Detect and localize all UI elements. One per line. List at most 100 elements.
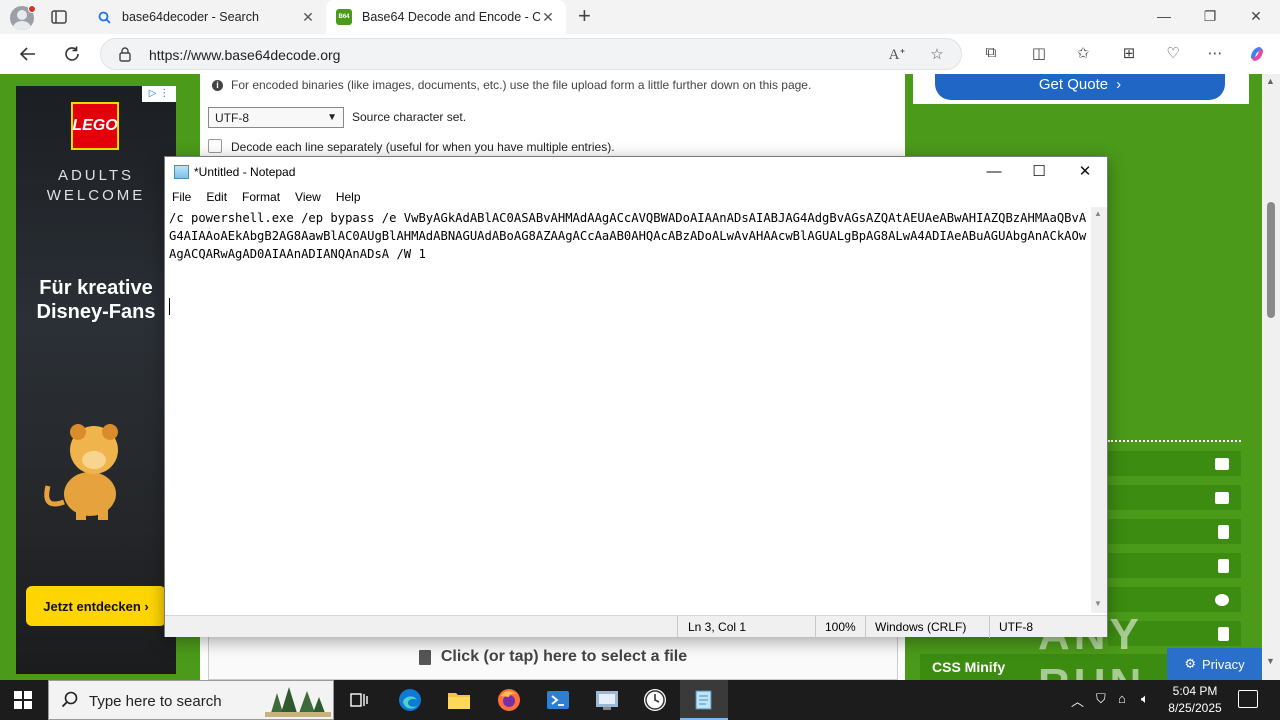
b64-favicon: B64 xyxy=(336,9,352,25)
side-link-1[interactable] xyxy=(1108,451,1241,476)
back-arrow-icon[interactable] xyxy=(18,44,38,64)
network-icon[interactable]: ⌂ xyxy=(1118,691,1126,706)
side-link-5[interactable] xyxy=(1108,587,1241,612)
notepad-icon xyxy=(695,690,712,710)
favorite-star-icon[interactable]: ☆ xyxy=(927,45,947,65)
notepad-menubar: File Edit Format View Help xyxy=(165,187,1107,207)
taskbar: Type here to search ︿ ⛉ ⌂ 🔈︎ 5:04 PM 8/2… xyxy=(0,680,1280,720)
chevron-right-icon: › xyxy=(1116,75,1122,93)
menu-edit[interactable]: Edit xyxy=(206,187,227,207)
notepad-titlebar[interactable]: *Untitled - Notepad — ☐ ✕ xyxy=(165,157,1107,187)
right-panel: Get Quote › xyxy=(913,74,1249,104)
url-text: https://www.base64decode.org xyxy=(149,47,341,63)
collections-icon[interactable]: ⊞ xyxy=(1118,44,1140,66)
minimize-icon[interactable]: — xyxy=(1154,8,1174,24)
scroll-up-icon[interactable]: ▲ xyxy=(1266,76,1275,86)
copilot-icon[interactable] xyxy=(1246,44,1268,66)
divider xyxy=(1108,440,1241,442)
taskbar-search[interactable]: Type here to search xyxy=(48,680,334,720)
side-link-4[interactable] xyxy=(1108,553,1241,578)
read-aloud-icon[interactable]: Aᐩ xyxy=(887,45,907,65)
windows-start-icon[interactable] xyxy=(14,691,32,709)
extensions-icon[interactable]: ⧉ xyxy=(980,44,1002,66)
notepad-text-area[interactable]: /c powershell.exe /ep bypass /e VwByAGkA… xyxy=(165,207,1091,613)
volume-icon[interactable]: 🔈︎ xyxy=(1141,691,1149,707)
info-line: i For encoded binaries (like images, doc… xyxy=(212,78,811,92)
charset-label: Source character set. xyxy=(352,110,467,124)
search-icon xyxy=(61,691,79,709)
file-icon xyxy=(418,649,431,665)
maximize-icon[interactable]: ☐ xyxy=(1028,163,1050,181)
menu-file[interactable]: File xyxy=(172,187,191,207)
ad-cta-button[interactable]: Jetzt entdecken › xyxy=(26,586,166,626)
scroll-down-icon[interactable]: ▼ xyxy=(1266,656,1275,666)
powershell-icon[interactable] xyxy=(546,688,570,712)
tab-base64decode[interactable]: B64 Base64 Decode and Encode - Onl ✕ xyxy=(326,0,566,34)
menu-help[interactable]: Help xyxy=(336,187,361,207)
ad-tagline: ADULTS WELCOME xyxy=(46,167,146,204)
upload-text: Click (or tap) here to select a file xyxy=(440,648,688,665)
file-upload-area[interactable]: Click (or tap) here to select a file xyxy=(208,634,898,680)
excel-file-icon xyxy=(1218,558,1229,573)
tab-search[interactable]: base64decoder - Search ✕ xyxy=(86,0,326,34)
browser-essentials-icon[interactable]: ♡ xyxy=(1162,44,1184,66)
notification-icon[interactable] xyxy=(1238,690,1258,708)
scrollbar-thumb[interactable] xyxy=(1267,202,1275,318)
lion-cub-image xyxy=(44,424,118,520)
charset-select[interactable]: UTF-8 ▼ xyxy=(208,107,344,128)
minimize-icon[interactable]: — xyxy=(983,163,1005,181)
chevron-up-icon[interactable]: ︿ xyxy=(1071,691,1084,710)
mail-open-icon xyxy=(1215,457,1229,470)
info-text: For encoded binaries (like images, docum… xyxy=(231,78,812,92)
more-menu-icon[interactable]: ⋯ xyxy=(1204,44,1226,66)
lock-icon[interactable] xyxy=(117,46,133,62)
gear-icon: ⚙ xyxy=(1184,656,1197,671)
scroll-up-icon[interactable]: ▲ xyxy=(1094,209,1102,218)
clock-date: 8/25/2025 xyxy=(1168,701,1222,715)
line-ending: Windows (CRLF) xyxy=(875,620,967,634)
scroll-down-icon[interactable]: ▼ xyxy=(1094,599,1102,608)
decode-each-line-checkbox[interactable] xyxy=(208,139,222,153)
notepad-window: *Untitled - Notepad — ☐ ✕ File Edit Form… xyxy=(164,156,1108,638)
clock-time: 5:04 PM xyxy=(1172,684,1218,698)
menu-format[interactable]: Format xyxy=(242,187,280,207)
close-tab-icon[interactable]: ✕ xyxy=(300,9,316,26)
restore-icon[interactable]: ❐ xyxy=(1200,8,1220,25)
notepad-taskbar-button[interactable] xyxy=(680,680,728,720)
clock-app-icon[interactable] xyxy=(643,688,667,712)
menu-view[interactable]: View xyxy=(295,187,321,207)
profile-badge-icon xyxy=(28,5,36,13)
get-quote-button[interactable]: Get Quote › xyxy=(935,74,1225,100)
security-icon[interactable]: ⛉ xyxy=(1096,691,1106,707)
notepad-scrollbar[interactable]: ▲ ▼ xyxy=(1091,207,1107,613)
tab-actions-icon[interactable] xyxy=(50,8,68,26)
close-window-icon[interactable]: ✕ xyxy=(1246,8,1266,25)
favorites-icon[interactable]: ✩ xyxy=(1072,44,1094,66)
close-icon[interactable]: ✕ xyxy=(1074,163,1096,181)
info-icon: i xyxy=(212,79,223,91)
task-view-icon[interactable] xyxy=(348,688,372,712)
search-icon xyxy=(96,9,112,25)
ad-choices-icon[interactable]: ▷ ⋮ xyxy=(142,86,176,102)
file-explorer-icon[interactable] xyxy=(447,688,471,712)
cursor-position: Ln 3, Col 1 xyxy=(688,620,747,634)
refresh-icon[interactable] xyxy=(62,44,82,64)
cloud-icon xyxy=(1215,593,1229,606)
privacy-button[interactable]: ⚙ Privacy xyxy=(1167,648,1262,680)
mail-icon xyxy=(1215,491,1229,504)
new-tab-button[interactable]: + xyxy=(578,5,591,27)
lego-ad[interactable]: ▷ ⋮ LEGO ADULTS WELCOME Für kreative Dis… xyxy=(16,86,176,674)
browser-toolbar: https://www.base64decode.org Aᐩ ☆ ⧉ ◫ ✩ … xyxy=(0,34,1280,74)
address-bar[interactable]: https://www.base64decode.org Aᐩ ☆ xyxy=(100,38,962,70)
taskbar-clock[interactable]: 5:04 PM 8/25/2025 xyxy=(1160,683,1230,717)
side-link-3[interactable] xyxy=(1108,519,1241,544)
edge-icon[interactable] xyxy=(398,688,422,712)
page-scrollbar[interactable]: ▲ ▼ xyxy=(1262,74,1280,680)
control-panel-icon[interactable] xyxy=(595,688,619,712)
chevron-down-icon: ▼ xyxy=(327,112,337,123)
side-link-2[interactable] xyxy=(1108,485,1241,510)
firefox-icon[interactable] xyxy=(497,688,521,712)
split-screen-icon[interactable]: ◫ xyxy=(1028,44,1050,66)
close-tab-icon[interactable]: ✕ xyxy=(540,9,556,26)
decode-each-line-label: Decode each line separately (useful for … xyxy=(231,140,615,154)
